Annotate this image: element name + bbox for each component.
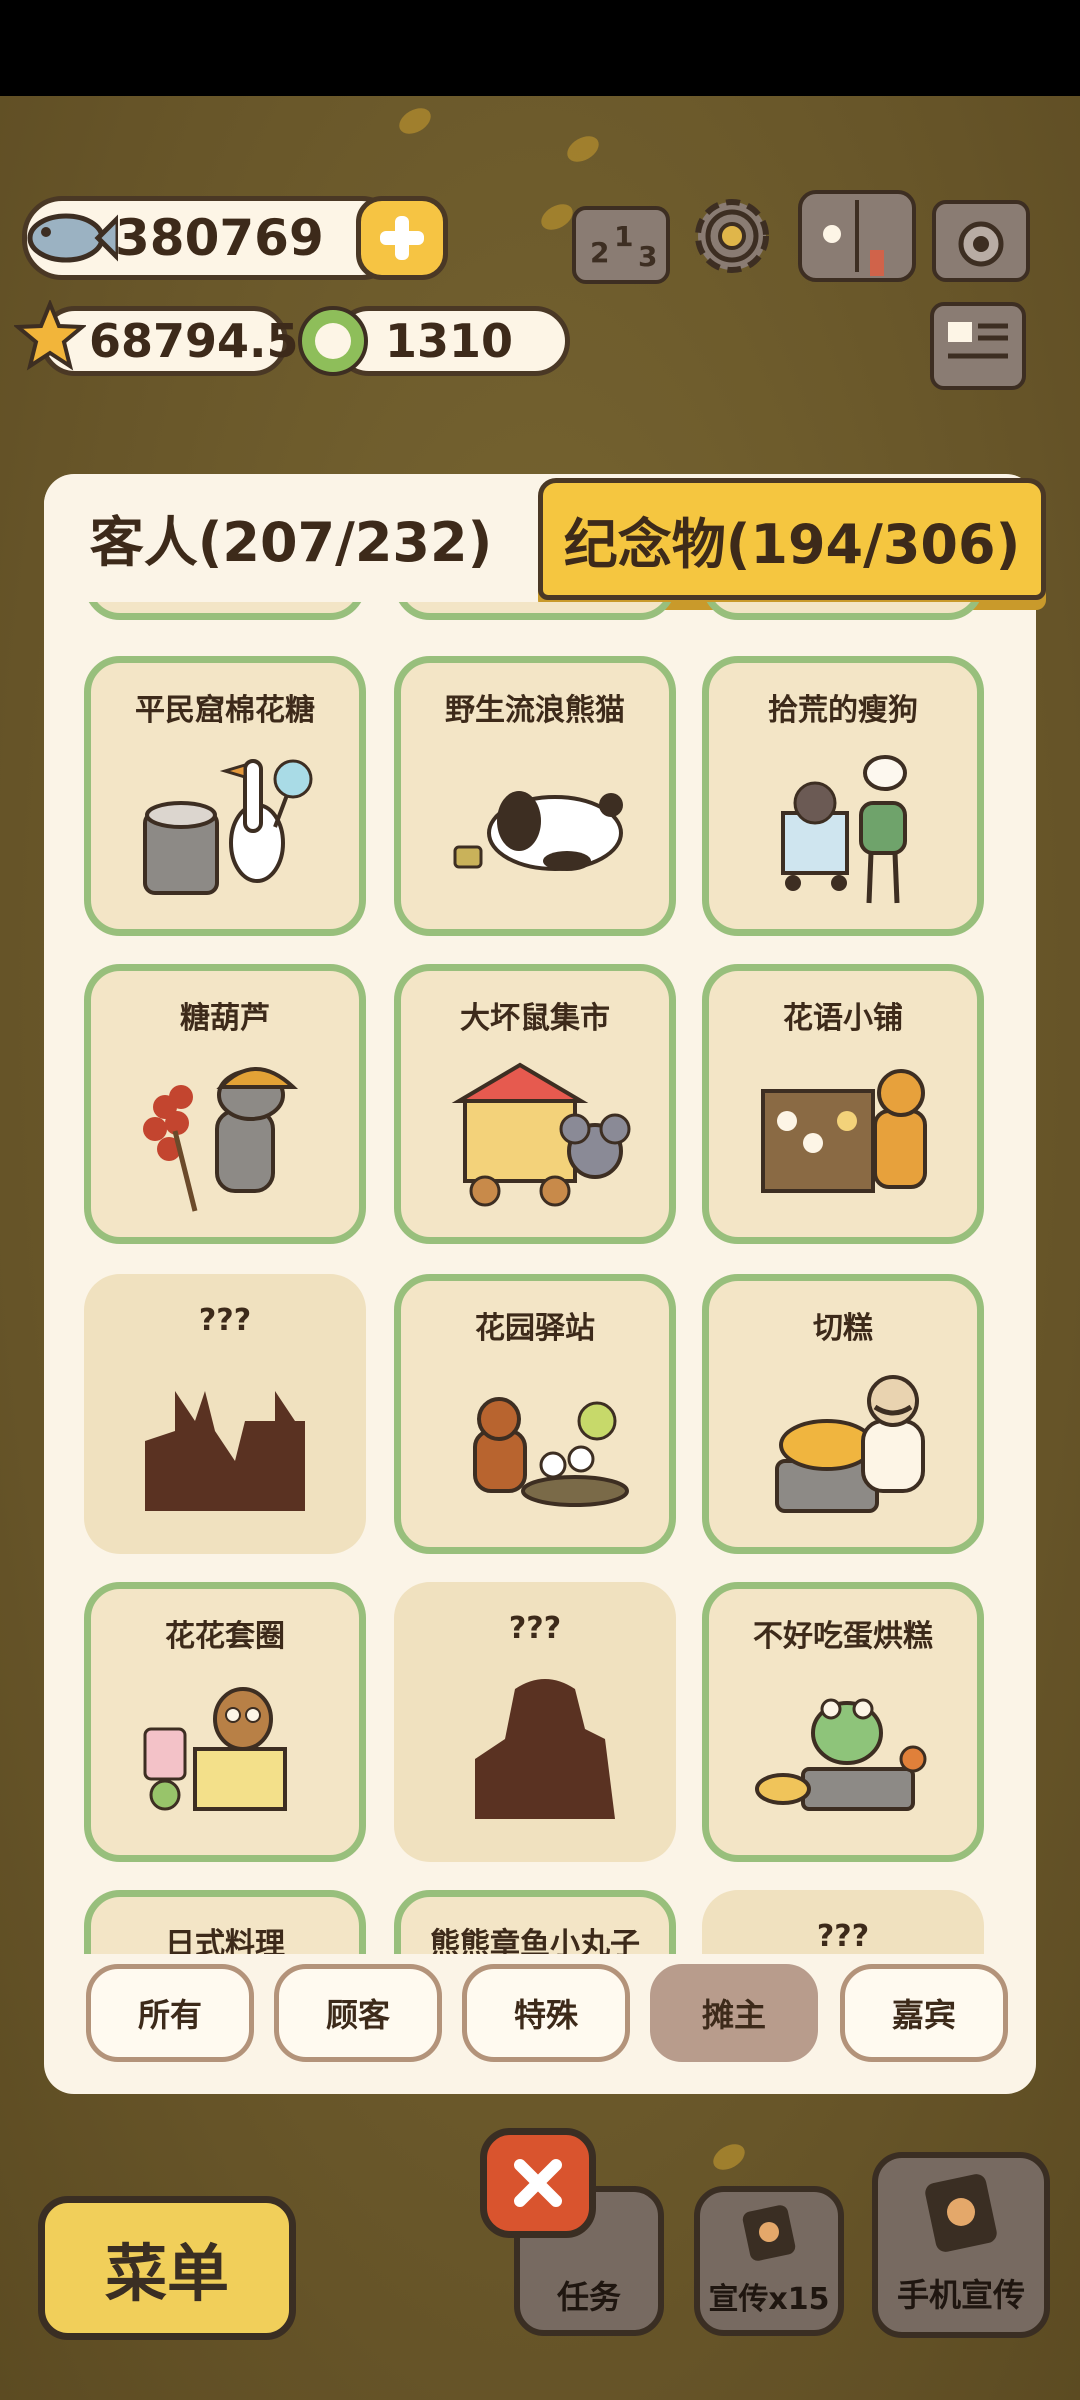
clover-count: 1310 [385, 314, 514, 368]
card-grid: 平民窟棉花糖 野生流浪熊猫 拾荒的瘦狗 糖葫芦 大坏鼠集市 花语小铺 ??? 花… [44, 602, 1036, 1954]
card-vendor[interactable]: 切糕 [702, 1274, 984, 1554]
phone-icon [918, 2170, 1004, 2260]
rat-market-illustration [451, 1062, 631, 1207]
card-name: ??? [508, 1611, 562, 1646]
cake-pug-illustration [775, 1375, 925, 1513]
garden-station-illustration [473, 1397, 629, 1507]
newspaper-icon[interactable] [930, 302, 1026, 390]
card-partial [394, 602, 676, 620]
tab-souvenirs[interactable]: 纪念物(194/306) [538, 478, 1046, 600]
card-vendor[interactable]: 平民窟棉花糖 [84, 656, 366, 936]
clover-coin-icon [296, 304, 370, 382]
goose-cotton-candy-illustration [143, 759, 313, 895]
card-locked[interactable]: ??? [702, 1890, 984, 1954]
card-name: 日式料理 [165, 1927, 285, 1954]
card-locked[interactable]: ??? [394, 1582, 676, 1862]
card-locked[interactable]: ??? [84, 1274, 366, 1554]
card-vendor[interactable]: 拾荒的瘦狗 [702, 656, 984, 936]
add-fish-button[interactable] [356, 196, 448, 280]
card-name: 花语小铺 [783, 1001, 903, 1036]
close-icon [514, 2159, 562, 2207]
ring-toss-owl-illustration [143, 1687, 287, 1811]
fish-count: 380769 [115, 209, 324, 267]
flower-shop-illustration [761, 1069, 927, 1193]
card-vendor[interactable]: 糖葫芦 [84, 964, 366, 1244]
card-name: 野生流浪熊猫 [445, 693, 625, 728]
card-name: 拾荒的瘦狗 [768, 693, 918, 728]
card-name: ??? [816, 1919, 870, 1954]
tab-guests[interactable]: 客人(207/232) [44, 478, 538, 596]
filter-all[interactable]: 所有 [86, 1964, 254, 2062]
tasks-label: 任务 [556, 2278, 621, 2316]
frog-cake-illustration [755, 1698, 927, 1811]
card-vendor[interactable]: 大坏鼠集市 [394, 964, 676, 1244]
phone-icon [738, 2202, 800, 2268]
card-vendor[interactable]: 野生流浪熊猫 [394, 656, 676, 936]
card-vendor[interactable]: 花花套圈 [84, 1582, 366, 1862]
card-vendor[interactable]: 日式料理 [84, 1890, 366, 1954]
phone-promotion-label: 手机宣传 [896, 2276, 1025, 2314]
card-name: 花花套圈 [165, 1619, 285, 1654]
card-name: 花园驿站 [475, 1311, 595, 1346]
star-count: 68794.5 [89, 314, 299, 368]
locked-silhouette [475, 1679, 615, 1819]
filter-vendors[interactable]: 摊主 [650, 1964, 818, 2062]
panda-illustration [453, 791, 623, 871]
book-icon[interactable] [798, 190, 916, 282]
scavenger-dog-illustration [781, 755, 907, 904]
card-partial [84, 602, 366, 620]
card-vendor[interactable]: 不好吃蛋烘糕 [702, 1582, 984, 1862]
svg-text:1: 1 [614, 220, 633, 253]
card-name: 切糕 [813, 1311, 873, 1346]
card-name: 糖葫芦 [180, 1001, 270, 1036]
card-name: 大坏鼠集市 [460, 1001, 610, 1036]
card-name: 不好吃蛋烘糕 [753, 1619, 933, 1654]
status-bar [0, 0, 1080, 96]
card-name: 熊熊章鱼小丸子 [430, 1927, 640, 1954]
filter-guests[interactable]: 嘉宾 [840, 1964, 1008, 2062]
filter-special[interactable]: 特殊 [462, 1964, 630, 2062]
star-icon [12, 298, 88, 376]
gear-icon[interactable] [686, 190, 778, 286]
card-vendor[interactable]: 花园驿站 [394, 1274, 676, 1554]
plus-icon [380, 216, 424, 260]
card-vendor[interactable]: 花语小铺 [702, 964, 984, 1244]
card-name: ??? [198, 1303, 252, 1338]
ranking-icon[interactable]: 213 [572, 206, 670, 284]
close-button[interactable] [480, 2128, 596, 2238]
fish-icon [18, 194, 121, 284]
candied-haws-wolf-illustration [143, 1067, 299, 1212]
menu-button[interactable]: 菜单 [38, 2196, 296, 2340]
card-vendor[interactable]: 熊熊章鱼小丸子 [394, 1890, 676, 1954]
card-name: 平民窟棉花糖 [135, 693, 315, 728]
card-partial [702, 602, 984, 620]
promotion-label: 宣传x15 [708, 2282, 830, 2317]
filter-customers[interactable]: 顾客 [274, 1964, 442, 2062]
svg-text:3: 3 [638, 240, 657, 273]
camera-icon[interactable] [932, 200, 1030, 282]
svg-text:2: 2 [590, 236, 609, 269]
locked-silhouette [145, 1391, 305, 1511]
